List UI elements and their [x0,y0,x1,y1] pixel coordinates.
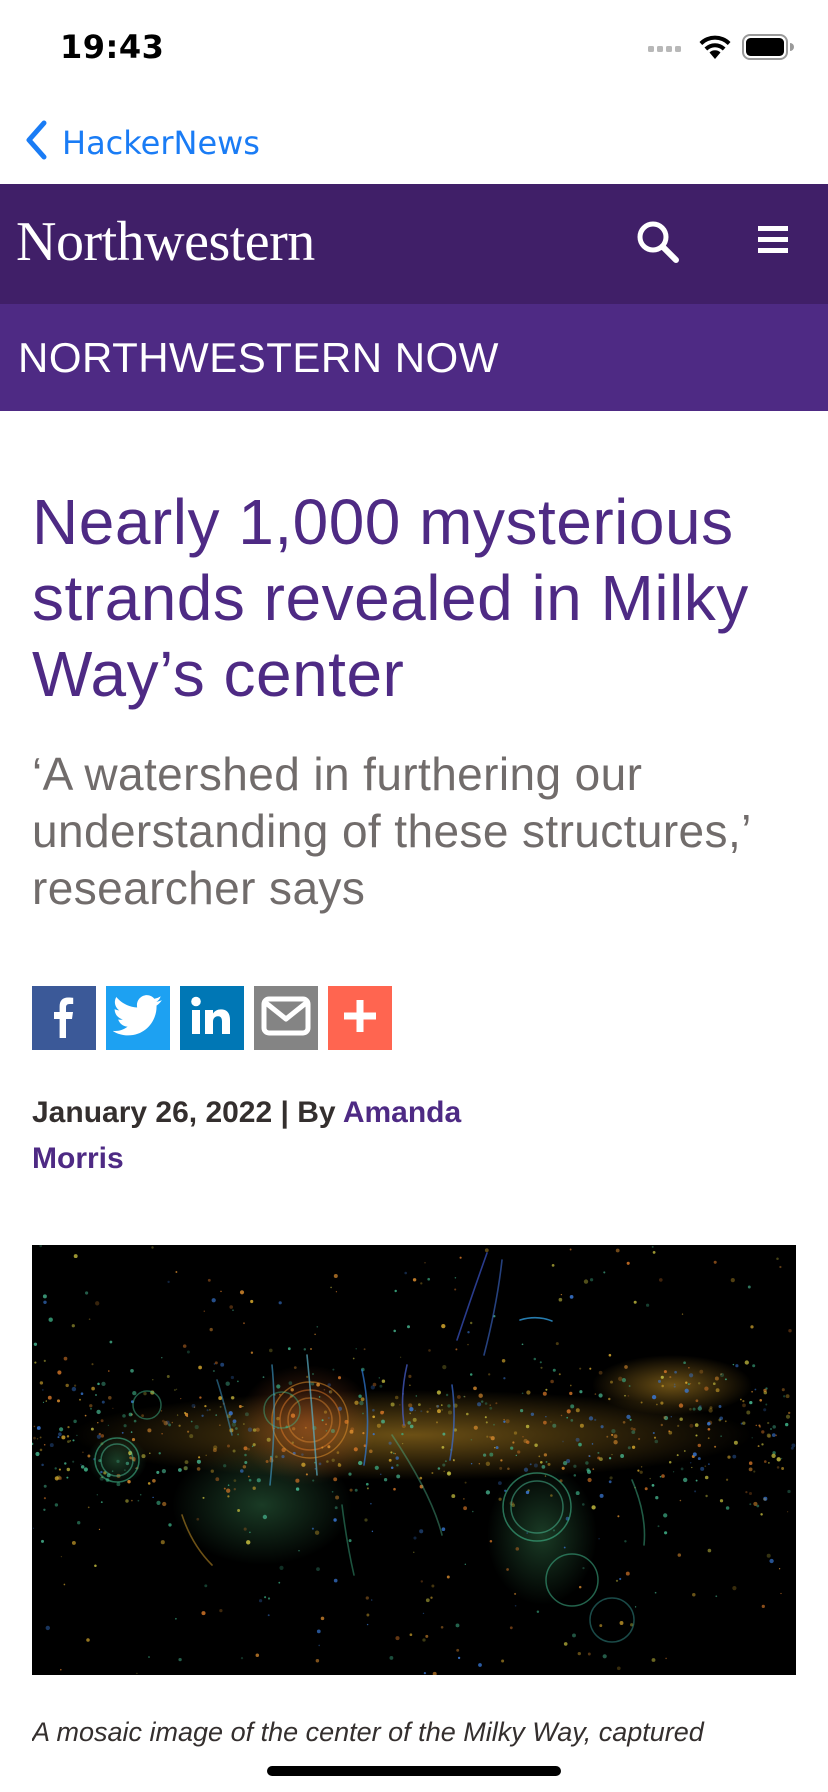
email-share-button[interactable] [254,986,318,1050]
twitter-icon [112,994,163,1042]
article-title: Nearly 1,000 mysterious strands revealed… [32,486,749,710]
share-buttons [32,986,392,1050]
byline-separator: | By [272,1096,343,1129]
section-title[interactable]: NORTHWESTERN NOW [18,334,499,382]
hero-image [32,1245,796,1675]
milky-way-mosaic [32,1245,796,1675]
linkedin-icon [188,994,236,1043]
status-bar: 19:43 [0,0,828,100]
battery-icon [742,34,794,65]
status-icons [648,34,794,65]
article-date: January 26, 2022 [32,1096,273,1129]
email-icon [261,996,311,1041]
more-share-button[interactable] [328,986,392,1050]
facebook-icon [44,994,84,1043]
section-bar: NORTHWESTERN NOW [0,304,828,411]
signal-icon [648,41,688,59]
plus-icon [342,998,378,1039]
chevron-left-icon [24,120,48,165]
search-icon[interactable] [634,218,682,266]
twitter-share-button[interactable] [106,986,170,1050]
facebook-share-button[interactable] [32,986,96,1050]
byline: January 26, 2022 | By Amanda Morris [32,1090,532,1182]
status-time: 19:43 [60,28,165,66]
home-indicator[interactable] [267,1766,561,1776]
back-button[interactable]: HackerNews [24,120,260,165]
article-subtitle: ‘A watershed in furthering our understan… [32,748,751,914]
back-label: HackerNews [62,123,260,162]
wifi-icon [698,34,732,65]
linkedin-share-button[interactable] [180,986,244,1050]
hamburger-menu-icon[interactable] [756,220,792,260]
site-logo[interactable]: Northwestern [16,210,315,274]
image-caption: A mosaic image of the center of the Milk… [32,1717,704,1747]
site-header: Northwestern [0,184,828,304]
